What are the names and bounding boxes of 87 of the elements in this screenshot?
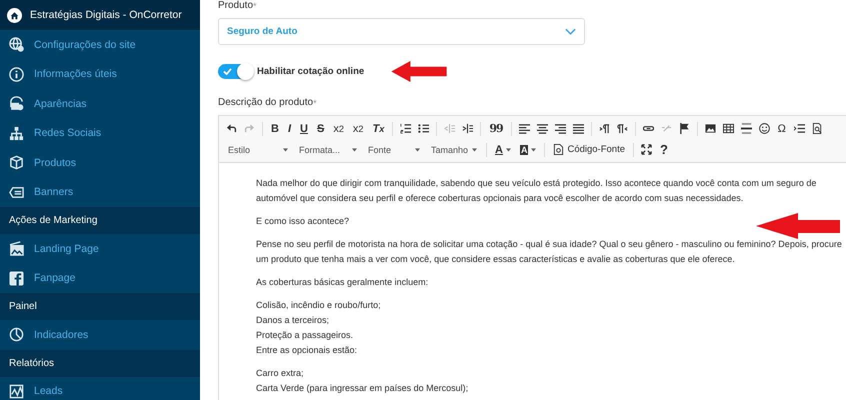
sidebar-item[interactable]: Aparências bbox=[0, 89, 200, 118]
sidebar-item-label: Informações úteis bbox=[34, 68, 117, 80]
editor-paragraph: Carro extra; Carta Verde (para ingressar em países do Mercosul); bbox=[256, 367, 468, 395]
toggle-switch[interactable] bbox=[218, 64, 252, 79]
sitemap-icon bbox=[9, 126, 24, 141]
indent-icon[interactable] bbox=[462, 123, 474, 134]
sidebar-header[interactable]: Estratégias Digitais - OnCorretor bbox=[0, 0, 200, 30]
caret-icon bbox=[531, 148, 536, 152]
format-button[interactable]: B bbox=[270, 122, 280, 134]
document-icon bbox=[553, 144, 564, 155]
toggle-label: Habilitar cotação online bbox=[257, 66, 364, 77]
sidebar-item[interactable]: Informações úteis bbox=[0, 60, 200, 89]
caret-icon bbox=[352, 148, 357, 152]
text-color-button[interactable]: A bbox=[494, 144, 512, 156]
image-icon[interactable] bbox=[704, 123, 716, 134]
info-icon bbox=[9, 66, 24, 82]
undo-icon[interactable] bbox=[226, 123, 237, 134]
editor-paragraph: E como isso acontece? bbox=[256, 215, 350, 228]
pie-chart-icon bbox=[9, 327, 24, 342]
align-icon[interactable] bbox=[554, 123, 566, 134]
sidebar-section-heading: Painel bbox=[0, 293, 200, 320]
sidebar-item-label: Aparências bbox=[34, 98, 87, 110]
box-icon bbox=[9, 155, 24, 170]
caret-icon bbox=[415, 148, 420, 152]
editor-paragraph: Nada melhor do que dirigir com tranquilidade, sabendo que seu veículo está protegido. Isso acontece quando você conta com um seguro de automóvel que considera seu perfil e oferece coberturas opcionais para você escolher de acordo com suas necessidades. bbox=[256, 177, 818, 205]
sidebar-section-heading: Ações de Marketing bbox=[0, 207, 200, 234]
preview-icon[interactable] bbox=[812, 123, 823, 134]
format-button[interactable]: U bbox=[299, 122, 309, 134]
editor-paragraph: As coberturas básicas geralmente incluem: bbox=[256, 276, 428, 289]
horizontal-line-icon[interactable] bbox=[740, 123, 752, 134]
source-code-button[interactable]: Código-Fonte bbox=[552, 144, 626, 155]
editor-paragraph: Pense no seu perfil de motorista na hora de solicitar uma cotação - qual é sua idade? Qual o seu gênero - masculino ou feminino? Depois, procure um produto que tenha mais a ver com você, que considere essas características e avalie as coberturas que ele oferece. bbox=[256, 238, 843, 266]
flag-icon[interactable] bbox=[678, 123, 690, 134]
format-button[interactable]: S bbox=[316, 122, 326, 134]
link-icon[interactable] bbox=[642, 123, 654, 134]
format-button[interactable]: I bbox=[286, 122, 292, 134]
sidebar-item-label: Landing Page bbox=[34, 242, 99, 255]
table-icon[interactable] bbox=[722, 123, 734, 134]
maximize-icon[interactable] bbox=[641, 144, 652, 155]
chevron-down-icon bbox=[565, 28, 576, 36]
align-icon[interactable] bbox=[536, 123, 548, 134]
sidebar-item-label: Banners bbox=[34, 186, 74, 198]
toolbar-dropdown[interactable]: Fonte bbox=[366, 144, 422, 154]
image-icon bbox=[9, 241, 24, 256]
sidebar-item-label: Leads bbox=[34, 385, 63, 398]
background-color-button[interactable]: A bbox=[518, 144, 538, 154]
caret-icon bbox=[472, 148, 477, 152]
editor-paragraph: Colisão, incêndio e roubo/furto; Danos a terceiros; Proteção a passageiros. Entre as opcionais estão: bbox=[256, 299, 381, 357]
text-direction-icon[interactable] bbox=[598, 123, 610, 134]
pointer-arrow bbox=[391, 61, 448, 82]
sidebar-item[interactable]: Indicadores bbox=[0, 320, 200, 350]
toolbar-dropdown[interactable]: Tamanho bbox=[429, 144, 479, 154]
sidebar-item[interactable]: Redes Sociais bbox=[0, 118, 200, 148]
description-label: Descrição do produto* bbox=[218, 97, 318, 109]
blockquote-button[interactable]: 99 bbox=[488, 122, 504, 135]
home-icon bbox=[7, 8, 22, 22]
caret-icon bbox=[283, 148, 288, 152]
help-button[interactable]: ? bbox=[659, 142, 669, 157]
text-direction-icon[interactable] bbox=[616, 123, 628, 134]
sidebar-item-label: Configurações do site bbox=[34, 38, 136, 51]
tag-icon bbox=[9, 184, 24, 200]
globe-gear-icon bbox=[9, 37, 24, 52]
site-title: Estratégias Digitais - OnCorretor bbox=[30, 9, 182, 21]
sidebar-item[interactable]: Leads bbox=[0, 376, 200, 400]
sidebar-item-label: Produtos bbox=[34, 156, 76, 169]
special-character-button[interactable]: Ω bbox=[776, 122, 787, 134]
smiley-icon[interactable] bbox=[758, 123, 770, 134]
sidebar-item-label: Fanpage bbox=[34, 272, 76, 284]
numbered-list-icon[interactable] bbox=[400, 123, 412, 134]
facebook-icon bbox=[9, 270, 24, 286]
sidebar-item[interactable]: Fanpage bbox=[0, 264, 200, 293]
align-icon[interactable] bbox=[572, 123, 584, 134]
sidebar-item[interactable]: Configurações do site bbox=[0, 30, 200, 60]
toolbar-dropdown[interactable]: Formata... bbox=[297, 144, 359, 154]
bullet-list-icon[interactable] bbox=[418, 123, 430, 134]
caret-icon bbox=[506, 148, 511, 152]
sidebar-section-heading: Relatórios bbox=[0, 350, 200, 376]
sidebar-item[interactable]: Produtos bbox=[0, 148, 200, 178]
sidebar-item-label: Indicadores bbox=[34, 328, 88, 341]
align-icon[interactable] bbox=[518, 123, 530, 134]
check-icon bbox=[223, 68, 232, 75]
product-label: Produto* bbox=[218, 0, 258, 12]
sidebar-item[interactable]: Landing Page bbox=[0, 234, 200, 264]
sidebar-item[interactable]: Banners bbox=[0, 178, 200, 207]
toolbar-dropdown[interactable]: Estilo bbox=[226, 144, 290, 154]
page-break-icon[interactable] bbox=[794, 123, 805, 134]
sidebar-item-label: Redes Sociais bbox=[34, 127, 102, 140]
